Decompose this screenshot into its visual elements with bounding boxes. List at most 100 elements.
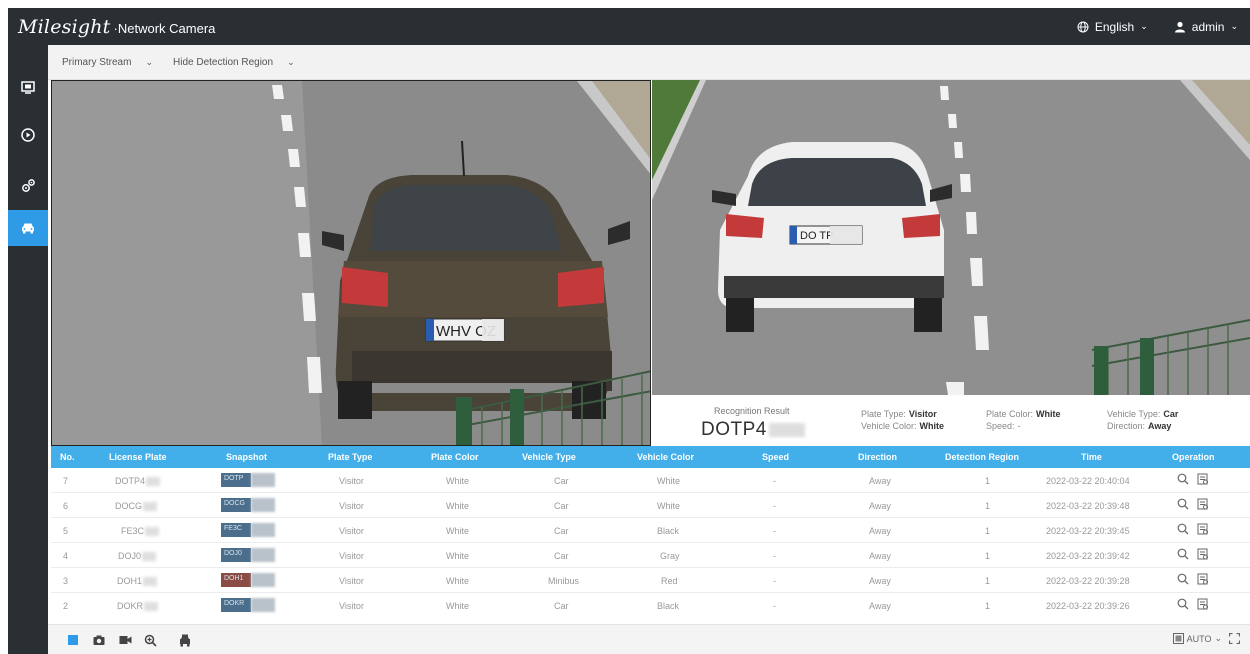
cell-detection-region: 1 (985, 476, 991, 486)
cell-plate-color: White (446, 551, 470, 561)
table-row[interactable]: 6 DOCG DOCG Visitor White Car White - Aw… (51, 493, 1250, 518)
col-vehicle-type: Vehicle Type (522, 452, 576, 462)
user-icon (1174, 21, 1185, 32)
cell-direction: Away (869, 501, 891, 511)
search-icon[interactable] (1177, 573, 1189, 585)
top-bar: Milesight ·Network Camera English ⌄ admi… (8, 8, 1250, 45)
row-operations (1177, 473, 1209, 485)
vehicle-icon (22, 223, 34, 234)
cell-license-plate: FE3C (121, 526, 160, 537)
chevron-down-icon: ⌄ (1214, 633, 1222, 643)
cell-speed: - (773, 576, 776, 586)
row-operations (1177, 573, 1209, 585)
row-operations (1177, 523, 1209, 535)
language-selector[interactable]: English ⌄ (1077, 20, 1148, 34)
snapshot-thumbnail[interactable]: DOCG (221, 497, 277, 513)
snapshot-icon[interactable] (92, 633, 106, 647)
details-icon[interactable] (1197, 498, 1209, 510)
speed-field: Speed: - (986, 421, 1021, 431)
globe-icon (1077, 21, 1089, 32)
sidebar-item-live-view[interactable] (8, 69, 48, 105)
cell-speed: - (773, 501, 776, 511)
sidebar-item-vehicle[interactable] (8, 210, 48, 246)
search-icon[interactable] (1177, 548, 1189, 560)
user-menu[interactable]: admin ⌄ (1174, 20, 1238, 34)
col-no: No. (60, 452, 75, 462)
snapshot-thumbnail[interactable]: DOTP (221, 472, 277, 488)
vehicle-capture-icon[interactable] (178, 633, 192, 647)
cell-no: 4 (63, 551, 69, 561)
cell-speed: - (773, 601, 776, 611)
details-icon[interactable] (1197, 473, 1209, 485)
cell-plate-type: Visitor (339, 551, 364, 561)
search-icon[interactable] (1177, 523, 1189, 535)
plate-type-field: Plate Type: Visitor (861, 409, 937, 419)
zoom-icon[interactable] (143, 633, 157, 647)
recognition-result-panel: Recognition Result DOTP4 Plate Type: Visi… (652, 395, 1250, 446)
cell-plate-color: White (446, 476, 470, 486)
cell-time: 2022-03-22 20:39:28 (1046, 576, 1130, 586)
recognition-result-label: Recognition Result (714, 406, 790, 416)
detection-region-label: Hide Detection Region (173, 56, 274, 68)
cell-time: 2022-03-22 20:40:04 (1046, 476, 1130, 486)
fit-window-icon (1172, 633, 1184, 644)
details-icon[interactable] (1197, 523, 1209, 535)
sidebar-item-playback[interactable] (8, 117, 48, 153)
search-icon[interactable] (1177, 473, 1189, 485)
direction-field: Direction: Away (1107, 421, 1172, 431)
details-icon[interactable] (1197, 573, 1209, 585)
col-direction: Direction (858, 452, 898, 462)
cell-vehicle-color: Red (661, 576, 678, 586)
live-video[interactable]: WHV OZ (51, 80, 651, 446)
col-speed: Speed (762, 452, 790, 462)
fullscreen-icon[interactable] (1229, 633, 1240, 644)
table-row[interactable]: 7 DOTP4 DOTP Visitor White Car White - A… (51, 468, 1250, 493)
snapshot-thumbnail[interactable]: DOKR (221, 597, 277, 613)
table-row[interactable]: 4 DOJ0 DOJ0 Visitor White Car Gray - Awa… (51, 543, 1250, 568)
settings-icon (21, 178, 35, 192)
zoom-mode-select[interactable]: AUTO ⌄ (1172, 633, 1240, 644)
search-icon[interactable] (1177, 598, 1189, 610)
cell-vehicle-type: Car (554, 551, 569, 561)
chevron-down-icon: ⌄ (1140, 21, 1148, 31)
snapshot-thumbnail[interactable]: DOH1 (221, 572, 277, 588)
cell-direction: Away (869, 526, 891, 536)
cell-plate-type: Visitor (339, 601, 364, 611)
details-icon[interactable] (1197, 548, 1209, 560)
table-row[interactable]: 2 DOKR DOKR Visitor White Car Black - Aw… (51, 593, 1250, 618)
snapshot-thumbnail[interactable]: FE3C (221, 522, 277, 538)
cell-vehicle-color: Gray (660, 551, 680, 561)
cell-plate-type: Visitor (339, 576, 364, 586)
table-row[interactable]: 3 DOH1 DOH1 Visitor White Minibus Red - … (51, 568, 1250, 593)
col-vehicle-color: Vehicle Color (637, 452, 695, 462)
cell-detection-region: 1 (985, 526, 991, 536)
snapshot-thumbnail[interactable]: DOJ0 (221, 547, 277, 563)
stop-icon[interactable] (66, 633, 80, 647)
detection-region-select[interactable]: Hide Detection Region ⌄ (173, 57, 295, 68)
cell-detection-region: 1 (985, 601, 991, 611)
row-operations (1177, 598, 1209, 610)
chevron-down-icon: ⌄ (287, 56, 295, 67)
cell-vehicle-type: Car (554, 476, 569, 486)
cell-vehicle-type: Car (554, 501, 569, 511)
chevron-down-icon: ⌄ (145, 56, 153, 67)
cell-plate-color: White (446, 526, 470, 536)
col-plate-color: Plate Color (431, 452, 479, 462)
sidebar-item-settings[interactable] (8, 167, 48, 203)
stream-select[interactable]: Primary Stream ⌄ (62, 57, 153, 68)
col-plate-type: Plate Type (328, 452, 373, 462)
capture-snapshot: DO TP (652, 80, 1250, 395)
plate-text-right: DO TP (800, 230, 833, 242)
search-icon[interactable] (1177, 498, 1189, 510)
cell-vehicle-color: Black (657, 526, 680, 536)
cell-vehicle-color: White (657, 501, 681, 511)
cell-no: 2 (63, 601, 69, 611)
row-operations (1177, 498, 1209, 510)
col-operation: Operation (1172, 452, 1215, 462)
details-icon[interactable] (1197, 598, 1209, 610)
table-row[interactable]: 5 FE3C FE3C Visitor White Car Black - Aw… (51, 518, 1250, 543)
recognized-plate: DOTP4 (701, 419, 805, 441)
record-icon[interactable] (118, 633, 132, 647)
stream-toolbar: Primary Stream ⌄ Hide Detection Region ⌄ (48, 45, 1250, 80)
col-detection-region: Detection Region (945, 452, 1020, 462)
